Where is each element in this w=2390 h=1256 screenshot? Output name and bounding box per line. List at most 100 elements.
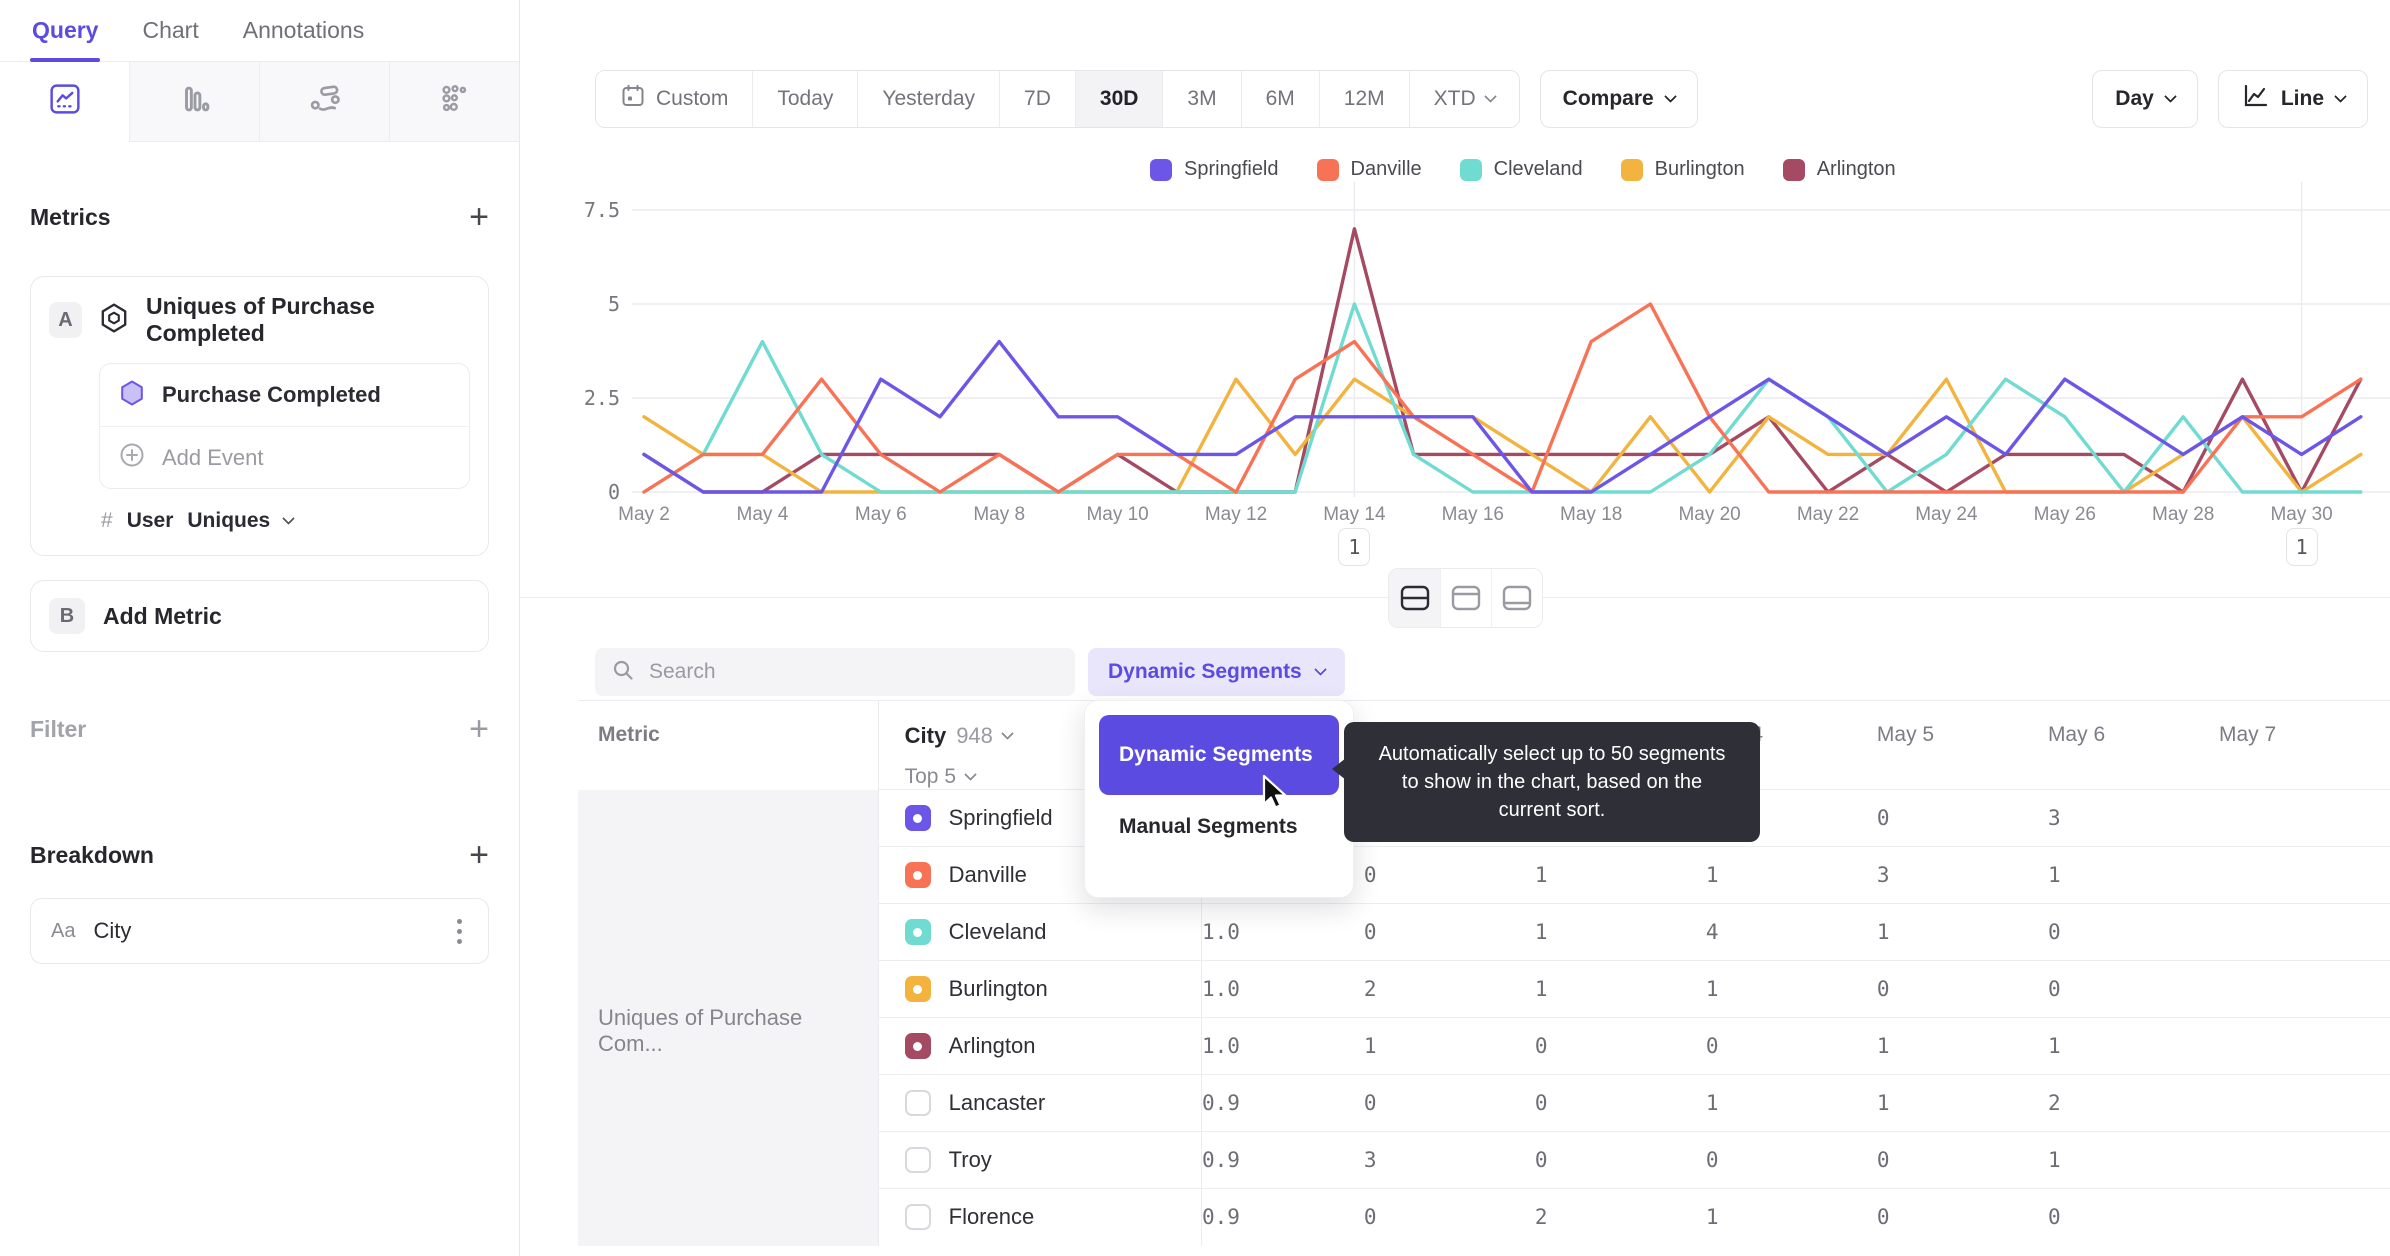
avg-value: 0.9 xyxy=(1200,1074,1364,1132)
day-value: 1 xyxy=(1705,960,1877,1018)
tab-query[interactable]: Query xyxy=(29,0,101,62)
add-metric-plus-icon[interactable]: + xyxy=(469,200,489,234)
day-value: 0 xyxy=(1534,1131,1706,1189)
segment-checkbox[interactable] xyxy=(904,805,931,831)
segments-mode-button[interactable]: Dynamic Segments xyxy=(1088,648,1345,696)
annotation-badge[interactable]: 1 xyxy=(1338,528,1371,566)
x-axis-tick: May 12 xyxy=(1205,504,1267,525)
breakdown-item-label: City xyxy=(93,918,132,943)
layout-split-button[interactable] xyxy=(1389,569,1440,627)
search-icon xyxy=(611,658,635,687)
chart-type-line-button[interactable] xyxy=(0,62,129,142)
dropdown-option-manual-segments[interactable]: Manual Segments xyxy=(1099,795,1339,859)
sidebar-body: Metrics + A Uniques of Purchase Complete… xyxy=(0,142,519,964)
day-value: 1 xyxy=(1876,1017,2048,1075)
segment-search xyxy=(595,648,1075,696)
y-axis-tick: 0 xyxy=(608,480,620,504)
segment-name: Springfield xyxy=(948,805,1053,830)
day-value: 2 xyxy=(1534,1188,1706,1246)
dropdown-option-dynamic-segments[interactable]: Dynamic Segments xyxy=(1099,715,1339,795)
avg-value: 0.9 xyxy=(1200,1131,1364,1189)
day-value: 0 xyxy=(1534,1074,1706,1132)
segment-checkbox[interactable] xyxy=(904,1033,931,1059)
segment-cell: Arlington xyxy=(877,1017,1202,1075)
layout-chart-only-button[interactable] xyxy=(1440,569,1491,627)
segment-checkbox[interactable] xyxy=(904,919,931,945)
day-value: 1 xyxy=(1876,1074,2048,1132)
metric-badge-b: B xyxy=(49,598,85,634)
day-value: 0 xyxy=(1705,1131,1877,1189)
day-value: 0 xyxy=(2047,1188,2219,1246)
group-count: 948 xyxy=(956,723,993,748)
layout-table-only-button[interactable] xyxy=(1491,569,1542,627)
day-value: 1 xyxy=(2047,846,2219,904)
x-axis-tick: May 6 xyxy=(855,504,907,525)
segment-checkbox[interactable] xyxy=(904,1090,931,1116)
hexagon-icon xyxy=(118,379,146,412)
day-value xyxy=(2218,1131,2390,1189)
segment-name: Troy xyxy=(948,1147,992,1172)
segment-checkbox[interactable] xyxy=(904,862,931,888)
day-value: 1 xyxy=(2047,1131,2219,1189)
segment-checkbox[interactable] xyxy=(904,1204,931,1231)
segment-name: Danville xyxy=(948,862,1027,887)
tab-annotations[interactable]: Annotations xyxy=(243,0,364,62)
day-value: 3 xyxy=(2047,789,2219,847)
day-column-header: May 5 xyxy=(1876,700,2048,790)
add-event-plus-icon xyxy=(118,441,146,474)
annotation-badge[interactable]: 1 xyxy=(2285,528,2318,566)
segment-cell: Troy xyxy=(877,1131,1202,1189)
add-metric-card[interactable]: B Add Metric xyxy=(30,580,489,652)
search-input[interactable] xyxy=(649,660,1059,684)
add-filter-plus-icon[interactable]: + xyxy=(469,712,489,746)
group-name[interactable]: City xyxy=(905,723,947,749)
day-value: 0 xyxy=(2047,903,2219,961)
add-breakdown-plus-icon[interactable]: + xyxy=(469,838,489,872)
x-axis-tick: May 16 xyxy=(1442,504,1504,525)
event-name: Purchase Completed xyxy=(162,382,381,407)
breakdown-item-city[interactable]: Aa City xyxy=(30,898,489,964)
chart-type-stream-button[interactable] xyxy=(259,62,389,142)
avg-value: 1.0 xyxy=(1200,903,1364,961)
event-block: Purchase Completed Add Event xyxy=(99,363,470,489)
day-value: 1 xyxy=(1876,903,2048,961)
app-root: Query Chart Annotations Metrics + A Uniq… xyxy=(0,0,2390,1256)
main-panel: Custom Today Yesterday 7D 30D 3M 6M 12M XTD Comp… xyxy=(520,0,2390,1256)
breakdown-section-title: Breakdown xyxy=(30,841,154,868)
kebab-icon[interactable] xyxy=(451,913,468,950)
day-value: 0 xyxy=(1705,1017,1877,1075)
y-axis-tick: 2.5 xyxy=(584,386,620,410)
avg-value: 0.9 xyxy=(1200,1188,1364,1246)
chart-type-bar-button[interactable] xyxy=(129,62,259,142)
x-axis-tick: May 30 xyxy=(2270,504,2332,525)
day-value: 0 xyxy=(2047,960,2219,1018)
measure-entity[interactable]: User xyxy=(127,509,174,533)
chevron-down-icon xyxy=(1001,726,1014,740)
add-event-row[interactable]: Add Event xyxy=(100,426,469,488)
line-chart-icon xyxy=(48,82,82,121)
day-value: 0 xyxy=(1876,1131,2048,1189)
day-value: 1 xyxy=(1363,1017,1535,1075)
day-value: 0 xyxy=(1534,1017,1706,1075)
measure-aggregation[interactable]: Uniques xyxy=(187,509,270,533)
top-n-label: Top 5 xyxy=(904,765,956,788)
chart-type-scatter-button[interactable] xyxy=(389,62,519,142)
line-chart[interactable]: 0 2.5 5 7.5 May 2 May 4 May 6 May 8 May 10 May 12… xyxy=(520,0,2390,580)
segments-mode-dropdown: Dynamic Segments Manual Segments xyxy=(1084,700,1354,898)
segment-cell: Burlington xyxy=(877,960,1202,1018)
day-value: 0 xyxy=(1363,846,1535,904)
metric-column-header: Metric xyxy=(578,700,879,790)
tab-chart[interactable]: Chart xyxy=(142,0,198,62)
segment-checkbox[interactable] xyxy=(904,976,931,1002)
metric-card-a[interactable]: A Uniques of Purchase Completed Purchase… xyxy=(30,276,489,556)
add-metric-label: Add Metric xyxy=(103,602,222,629)
tooltip: Automatically select up to 50 segments t… xyxy=(1344,722,1760,842)
metric-header-label: Metric xyxy=(598,723,660,746)
day-value xyxy=(2218,1074,2390,1132)
segment-checkbox[interactable] xyxy=(904,1147,931,1173)
filter-section-title: Filter xyxy=(30,715,87,742)
event-row[interactable]: Purchase Completed xyxy=(100,364,469,426)
day-value: 1 xyxy=(1705,846,1877,904)
segment-cell: Lancaster xyxy=(877,1074,1202,1132)
day-value: 0 xyxy=(1363,1188,1535,1246)
